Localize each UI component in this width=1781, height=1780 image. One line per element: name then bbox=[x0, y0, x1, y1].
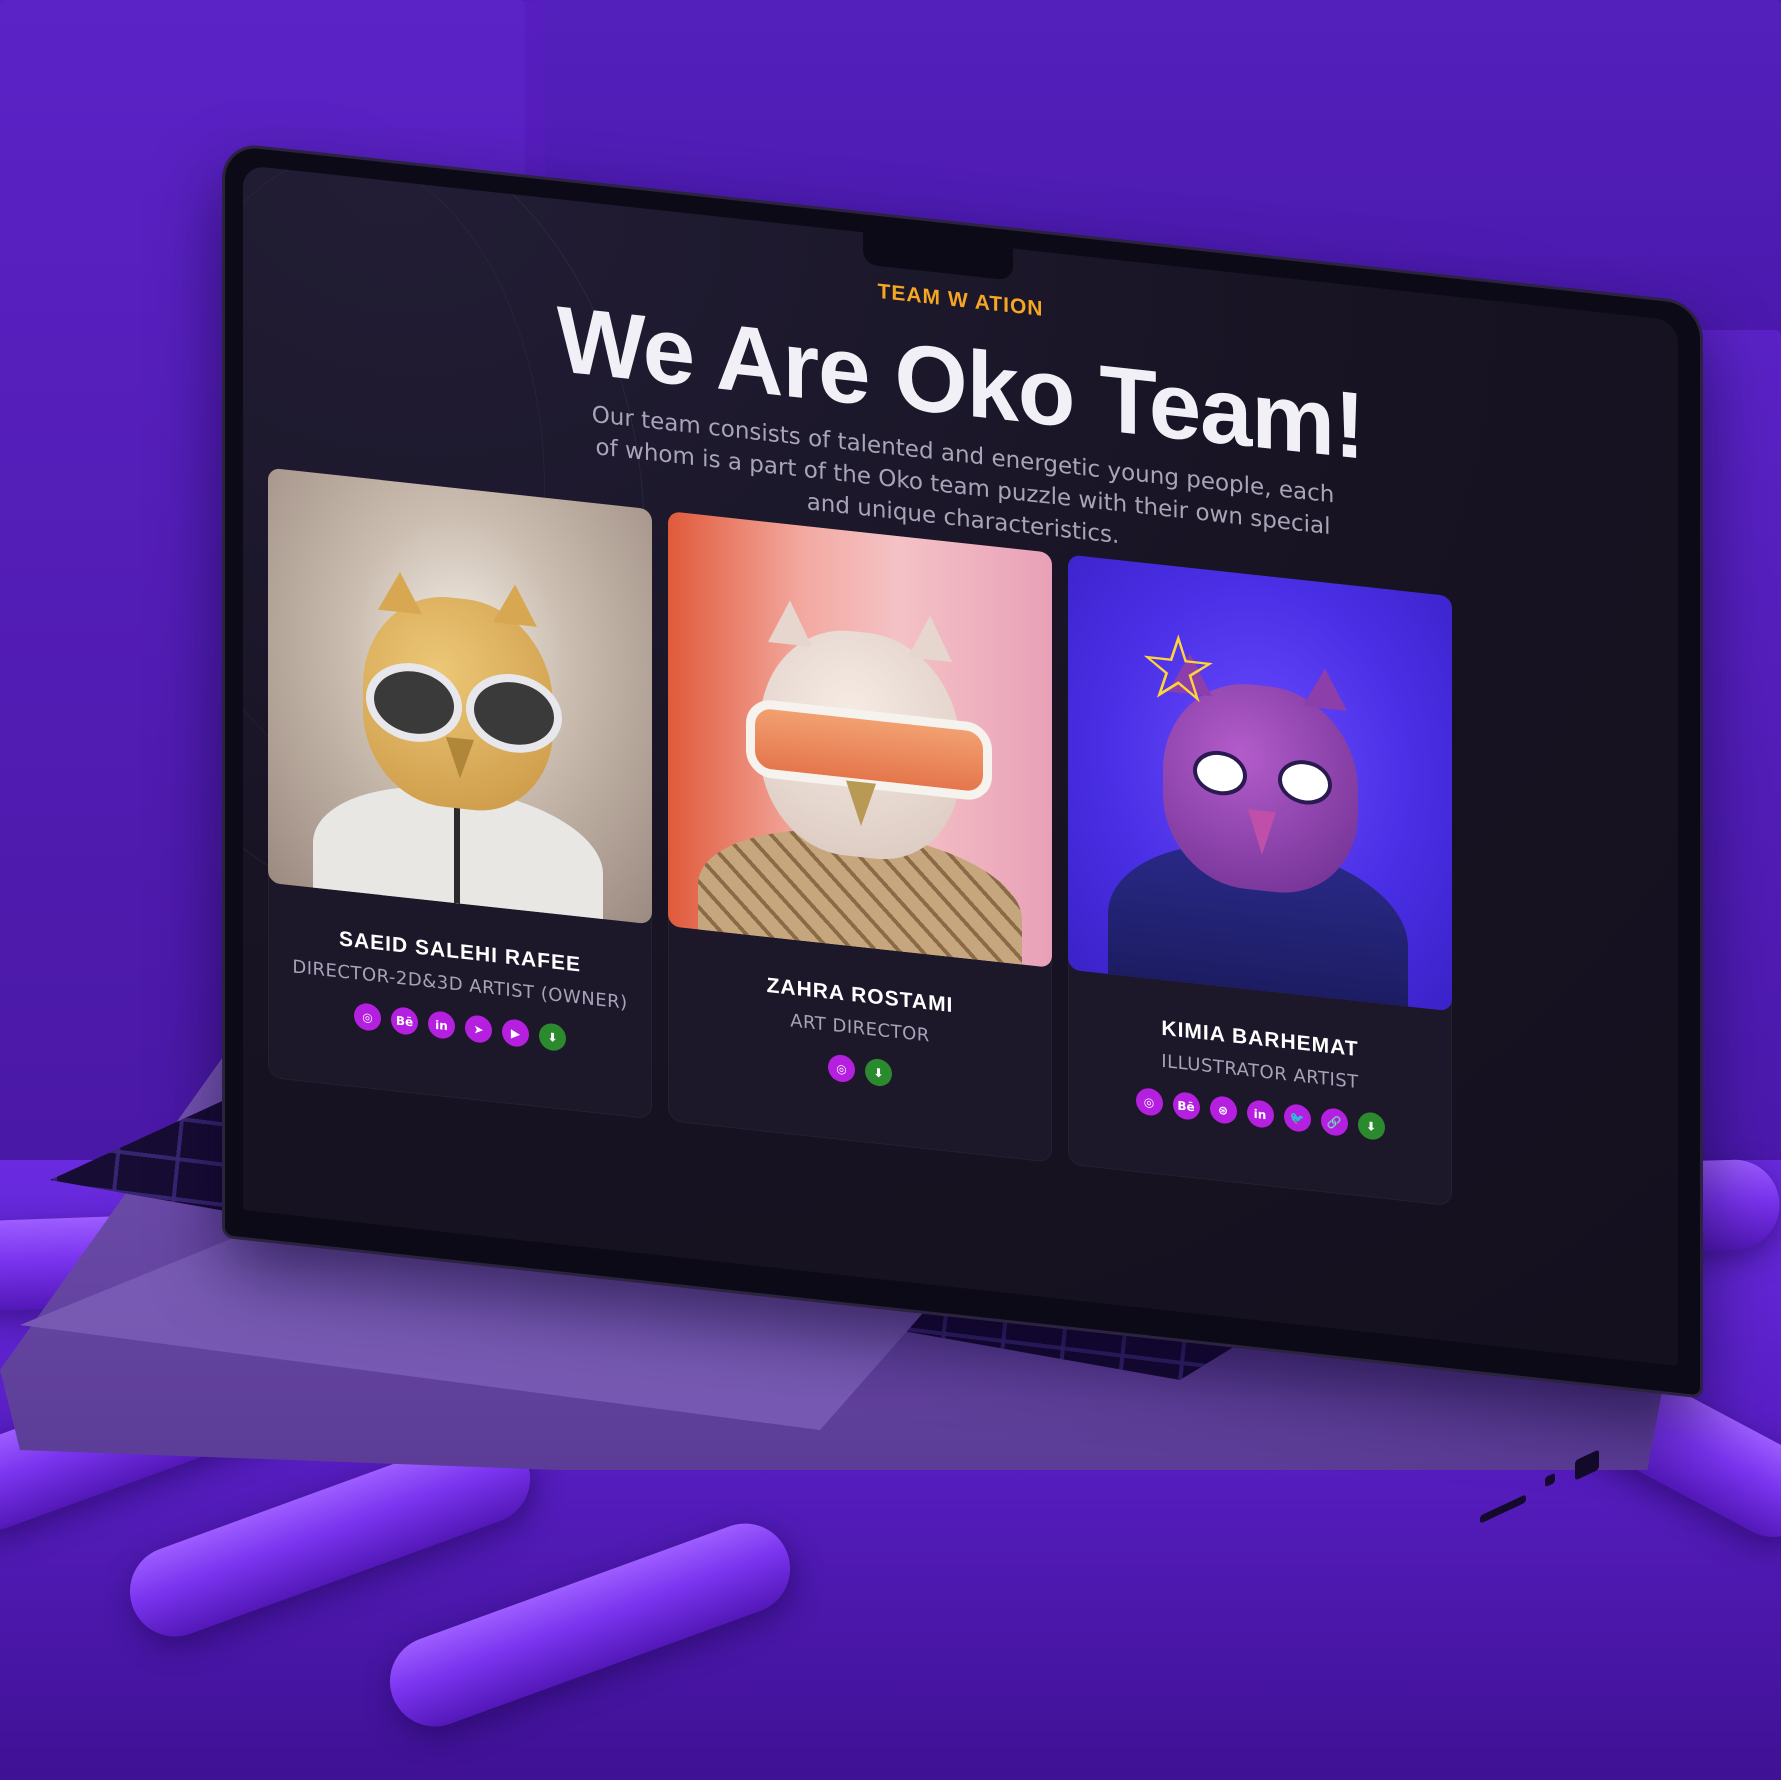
card-info: ZAHRA ROSTAMI ART DIRECTOR ◎ ⬇ bbox=[668, 941, 1052, 1153]
instagram-icon[interactable]: ◎ bbox=[1135, 1086, 1163, 1117]
telegram-icon[interactable]: ➤ bbox=[465, 1014, 492, 1045]
owl-ear bbox=[908, 613, 952, 662]
team-card[interactable]: ZAHRA ROSTAMI ART DIRECTOR ◎ ⬇ bbox=[668, 511, 1052, 1163]
team-card[interactable]: SAEID SALEHI RAFEE DIRECTOR-2D&3D ARTIST… bbox=[268, 467, 652, 1120]
avatar bbox=[268, 467, 652, 925]
card-info: SAEID SALEHI RAFEE DIRECTOR-2D&3D ARTIST… bbox=[268, 898, 652, 1110]
owl-beak bbox=[846, 780, 876, 828]
owl-beak bbox=[446, 737, 474, 781]
camera-notch bbox=[863, 232, 1013, 281]
owl-ear bbox=[378, 569, 422, 615]
star-icon: ☆ bbox=[1138, 612, 1219, 726]
link-icon[interactable]: 🔗 bbox=[1320, 1107, 1348, 1137]
owl-ear bbox=[1303, 666, 1347, 711]
instagram-icon[interactable]: ◎ bbox=[354, 1002, 381, 1032]
youtube-icon[interactable]: ▶ bbox=[502, 1018, 529, 1049]
card-info: KIMIA BARHEMAT ILLUSTRATOR ARTIST ◎ Bē ⊛… bbox=[1068, 985, 1452, 1197]
download-icon[interactable]: ⬇ bbox=[1357, 1111, 1385, 1141]
download-icon[interactable]: ⬇ bbox=[865, 1057, 892, 1088]
twitter-icon[interactable]: 🐦 bbox=[1283, 1102, 1311, 1133]
screen: TEAM W ATION We Are Oko Team! Our team c… bbox=[243, 164, 1678, 1366]
dribbble-icon[interactable]: ⊛ bbox=[1209, 1094, 1237, 1125]
instagram-icon[interactable]: ◎ bbox=[828, 1053, 855, 1084]
behance-icon[interactable]: Bē bbox=[391, 1006, 418, 1036]
owl-ear bbox=[768, 597, 812, 647]
stand-tube bbox=[377, 1510, 803, 1740]
owl-ear bbox=[493, 582, 537, 627]
avatar bbox=[668, 511, 1052, 968]
avatar: ☆ bbox=[1068, 554, 1452, 1012]
owl-beak bbox=[1248, 809, 1276, 857]
team-card[interactable]: ☆ KIMIA BARHEMAT ILLUSTRATOR ARTIST ◎ Bē… bbox=[1068, 554, 1452, 1207]
behance-icon[interactable]: Bē bbox=[1172, 1090, 1200, 1121]
linkedin-icon[interactable]: in bbox=[1246, 1098, 1274, 1129]
linkedin-icon[interactable]: in bbox=[428, 1010, 455, 1040]
laptop-lid: TEAM W ATION We Are Oko Team! Our team c… bbox=[225, 145, 1700, 1396]
download-icon[interactable]: ⬇ bbox=[539, 1022, 566, 1053]
